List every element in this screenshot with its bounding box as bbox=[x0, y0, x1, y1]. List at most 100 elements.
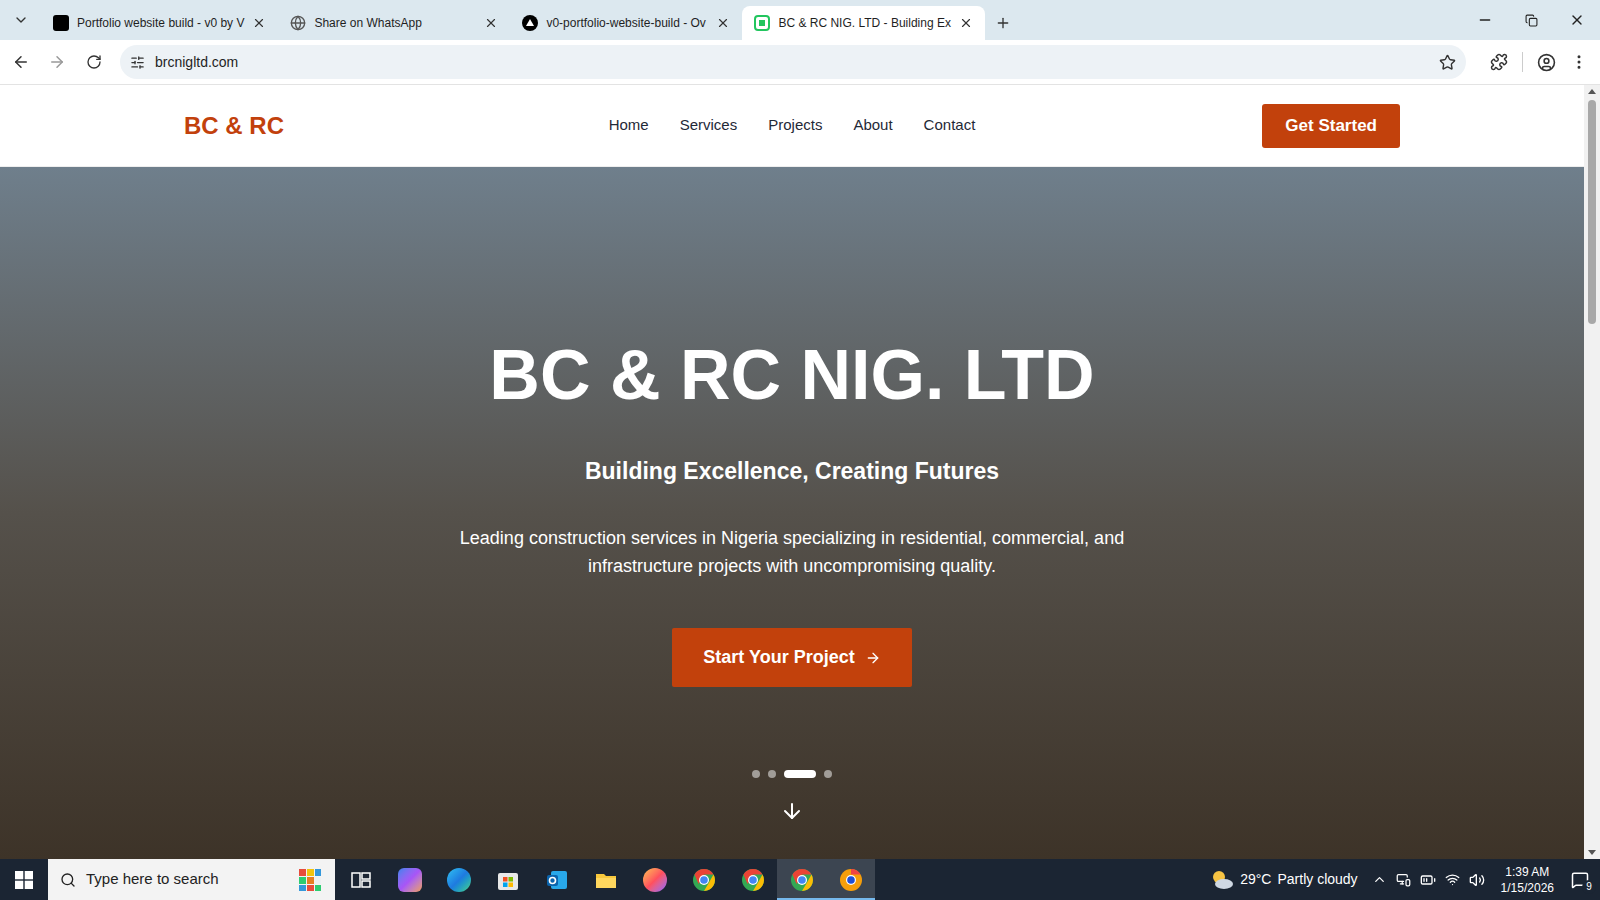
minimize-icon bbox=[1477, 12, 1493, 28]
url-text: brcnigltd.com bbox=[155, 52, 1429, 73]
outlook-icon bbox=[545, 868, 569, 892]
tab-title: Portfolio website build - v0 by V bbox=[77, 14, 244, 32]
close-window-button[interactable] bbox=[1554, 12, 1600, 28]
wifi-icon[interactable] bbox=[1445, 872, 1460, 887]
show-hidden-icons-icon[interactable] bbox=[1372, 872, 1387, 887]
tab-search-button[interactable] bbox=[8, 7, 34, 33]
taskbar-app[interactable] bbox=[434, 859, 483, 900]
desktop: Portfolio website build - v0 by V Share o… bbox=[0, 0, 1600, 900]
vercel-icon bbox=[522, 15, 538, 31]
nav-link[interactable]: Projects bbox=[768, 114, 822, 137]
nav-link[interactable]: Home bbox=[609, 114, 649, 137]
weather-condition: Partly cloudy bbox=[1277, 869, 1357, 890]
nav-link[interactable]: Services bbox=[680, 114, 738, 137]
site-nav: Home Services Projects About Contact bbox=[609, 114, 976, 137]
close-window-icon bbox=[1569, 12, 1585, 28]
system-tray bbox=[1372, 872, 1485, 888]
hero-section: BC & RC NIG. LTDBuilding Excellence, Cre… bbox=[0, 167, 1584, 859]
file-explorer-icon bbox=[594, 868, 618, 892]
taskbar-search[interactable]: Type here to search bbox=[48, 859, 335, 900]
taskbar-app[interactable] bbox=[336, 859, 385, 900]
chrome-icon bbox=[741, 868, 765, 892]
taskbar-app[interactable] bbox=[385, 859, 434, 900]
device-icon[interactable] bbox=[1396, 872, 1411, 887]
search-placeholder: Type here to search bbox=[86, 868, 287, 891]
profile-icon[interactable] bbox=[1537, 53, 1556, 72]
window-controls bbox=[1462, 0, 1600, 40]
weather-widget[interactable]: 29°C Partly cloudy bbox=[1210, 869, 1357, 891]
carousel-dot[interactable] bbox=[768, 770, 776, 778]
bookmark-star-icon[interactable] bbox=[1439, 54, 1456, 71]
tab-title: Share on WhatsApp bbox=[314, 14, 476, 32]
scrollbar-thumb[interactable] bbox=[1588, 100, 1596, 324]
forward-icon[interactable] bbox=[48, 53, 66, 71]
taskbar-app[interactable] bbox=[777, 859, 826, 900]
chrome-icon bbox=[839, 868, 863, 892]
close-icon[interactable] bbox=[716, 16, 730, 30]
browser-tab[interactable]: BC & RC NIG. LTD - Building Ex bbox=[742, 6, 985, 40]
rubiks-cube-icon bbox=[297, 867, 323, 893]
clock-date: 1/15/2026 bbox=[1501, 880, 1554, 896]
taskbar-app[interactable] bbox=[679, 859, 728, 900]
taskbar-app[interactable] bbox=[630, 859, 679, 900]
chevron-down-icon bbox=[13, 12, 29, 28]
scroll-down-icon[interactable] bbox=[780, 799, 804, 823]
carousel-dot[interactable] bbox=[784, 770, 816, 778]
nav-link[interactable]: About bbox=[853, 114, 892, 137]
back-icon[interactable] bbox=[12, 53, 30, 71]
carousel-dots bbox=[752, 770, 832, 778]
task-view-icon bbox=[350, 869, 372, 891]
weather-temperature: 29°C bbox=[1240, 869, 1271, 890]
chrome-icon bbox=[790, 868, 814, 892]
close-icon[interactable] bbox=[959, 16, 973, 30]
search-icon bbox=[60, 872, 76, 888]
restore-icon bbox=[1525, 14, 1538, 27]
new-tab-button[interactable] bbox=[989, 9, 1017, 37]
browser-tab[interactable]: Share on WhatsApp bbox=[278, 6, 510, 40]
taskbar: Type here to search 29°C Partly cloudy 1:39… bbox=[0, 859, 1600, 900]
arrow-right-icon bbox=[865, 650, 881, 666]
start-project-button[interactable]: Start Your Project bbox=[672, 628, 911, 687]
site-info-icon[interactable] bbox=[130, 55, 145, 70]
carousel-dot[interactable] bbox=[824, 770, 832, 778]
battery-icon[interactable] bbox=[1420, 872, 1436, 888]
plus-icon bbox=[995, 15, 1011, 31]
store-icon bbox=[496, 868, 520, 892]
clock[interactable]: 1:39 AM1/15/2026 bbox=[1495, 864, 1560, 896]
close-icon[interactable] bbox=[252, 16, 266, 30]
menu-icon[interactable] bbox=[1570, 53, 1588, 71]
reload-icon[interactable] bbox=[86, 54, 102, 70]
taskbar-app[interactable] bbox=[532, 859, 581, 900]
site-logo[interactable]: BC & RC bbox=[184, 108, 484, 144]
windows-logo-icon bbox=[15, 871, 33, 889]
omnibox[interactable]: brcnigltd.com bbox=[120, 45, 1466, 79]
taskbar-app[interactable] bbox=[728, 859, 777, 900]
taskbar-apps bbox=[336, 859, 875, 900]
nav-link[interactable]: Contact bbox=[924, 114, 976, 137]
globe-icon bbox=[290, 15, 306, 31]
minimize-button[interactable] bbox=[1462, 12, 1508, 28]
tab-title: BC & RC NIG. LTD - Building Ex bbox=[778, 14, 951, 32]
extensions-icon[interactable] bbox=[1490, 53, 1508, 71]
copilot-icon bbox=[398, 868, 422, 892]
taskbar-app[interactable] bbox=[826, 859, 875, 900]
browser-tab[interactable]: v0-portfolio-website-build - Ov bbox=[510, 6, 742, 40]
taskbar-app[interactable] bbox=[581, 859, 630, 900]
edge-icon bbox=[447, 868, 471, 892]
hero-title: BC & RC NIG. LTD bbox=[489, 337, 1094, 414]
carousel-dot[interactable] bbox=[752, 770, 760, 778]
hero-description: Leading construction services in Nigeria… bbox=[452, 524, 1132, 580]
site-header: BC & RC Home Services Projects About Contact G… bbox=[0, 85, 1584, 167]
restore-button[interactable] bbox=[1508, 14, 1554, 27]
get-started-button[interactable]: Get Started bbox=[1262, 104, 1400, 148]
start-button[interactable] bbox=[0, 859, 48, 900]
scrollbar[interactable] bbox=[1584, 85, 1600, 859]
close-icon[interactable] bbox=[484, 16, 498, 30]
site-favicon-icon bbox=[754, 15, 770, 31]
taskbar-app[interactable] bbox=[483, 859, 532, 900]
tab-list: Portfolio website build - v0 by V Share o… bbox=[41, 6, 1017, 40]
notification-center[interactable]: 9 bbox=[1560, 859, 1600, 900]
tab-strip: Portfolio website build - v0 by V Share o… bbox=[0, 0, 1600, 40]
browser-tab[interactable]: Portfolio website build - v0 by V bbox=[41, 6, 278, 40]
volume-icon[interactable] bbox=[1469, 872, 1485, 888]
